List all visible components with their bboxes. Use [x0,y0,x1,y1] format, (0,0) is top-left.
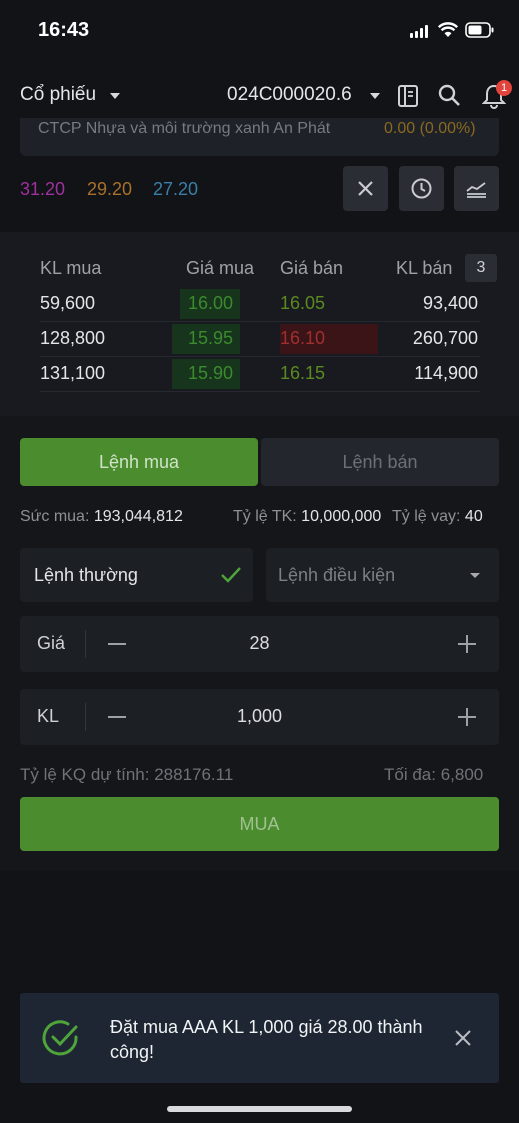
buying-power: Sức mua: 193,044,812 [20,508,183,526]
quantity-decrease-icon[interactable] [108,716,126,718]
max-quantity: Tối đa: 6,800 [384,765,484,784]
estimated-ratio: Tỷ lệ KQ dự tính: 288176.11 [20,765,234,784]
reference-price: 29.20 [87,179,133,199]
header-kl-ban: KL bán [396,258,453,278]
depth-selector[interactable]: 3 [465,254,497,282]
stock-change: 0.00 (0.00%) [384,120,476,137]
book-icon[interactable] [397,84,419,108]
buying-power-label: Sức mua: [20,508,90,525]
cellular-signal-icon [410,25,430,38]
wifi-icon [437,22,459,38]
close-icon[interactable] [454,1029,472,1047]
quantity-value[interactable]: 1,000 [20,706,499,727]
buy-submit-button[interactable]: MUA [20,797,499,851]
check-circle-icon [42,1020,78,1056]
row3-kl-ban: 114,900 [414,363,478,383]
chart-button[interactable] [454,166,499,211]
account-selector[interactable]: 024C000020.6 [227,84,352,106]
stock-info-card: CTCP Nhựa và môi trường xanh An Phát 0.0… [20,118,499,156]
loan-ratio-value: 40 [464,508,483,525]
home-indicator[interactable] [167,1106,352,1112]
chart-icon [466,182,486,198]
search-icon[interactable] [437,83,461,107]
account-ratio: Tỷ lệ TK: 10,000,000 [233,508,381,526]
chevron-down-icon[interactable] [110,93,120,99]
order-type-normal-label: Lệnh thường [34,565,138,585]
stock-name: CTCP Nhựa và môi trường xanh An Phát [38,120,331,137]
row2-gia-mua[interactable]: 15.95 [188,328,233,349]
chevron-down-icon[interactable] [370,93,380,99]
quantity-increase-icon[interactable] [466,708,468,726]
row3-gia-mua[interactable]: 15.90 [188,363,233,384]
success-toast: Đặt mua AAA KL 1,000 giá 28.00 thành côn… [20,993,499,1083]
row3-kl-mua: 131,100 [40,363,106,383]
row-divider [40,391,480,392]
price-field[interactable]: Giá 28 [20,616,499,672]
tab-buy-order[interactable]: Lệnh mua [20,438,258,486]
row-divider [40,321,480,322]
row2-kl-mua: 128,800 [40,328,106,348]
close-icon [358,181,373,196]
row2-kl-ban: 260,700 [412,328,478,348]
page-title-dropdown[interactable]: Cổ phiếu [20,84,96,106]
order-type-conditional-label: Lệnh điều kiện [278,565,396,585]
row3-gia-ban[interactable]: 16.15 [280,363,325,384]
ceiling-price: 31.20 [20,179,66,199]
chevron-down-icon [470,573,480,578]
tab-sell-order[interactable]: Lệnh bán [261,438,499,486]
row1-kl-mua: 59,600 [40,293,96,313]
battery-icon [465,22,495,38]
floor-price: 27.20 [153,179,199,199]
loan-ratio: Tỷ lệ vay: 40 [392,508,483,526]
row1-kl-ban: 93,400 [422,293,478,313]
row1-gia-mua[interactable]: 16.00 [188,293,233,314]
account-ratio-value: 10,000,000 [301,508,382,525]
row-divider [40,356,480,357]
buying-power-value: 193,044,812 [93,508,183,525]
header-gia-ban: Giá bán [280,258,344,278]
history-button[interactable] [399,166,444,211]
row1-gia-ban[interactable]: 16.05 [280,293,325,314]
account-ratio-label: Tỷ lệ TK: [233,508,297,525]
toast-message: Đặt mua AAA KL 1,000 giá 28.00 thành côn… [110,1017,423,1062]
price-value[interactable]: 28 [20,633,499,654]
price-increase-icon[interactable] [466,635,468,653]
header-kl-mua: KL mua [40,258,102,278]
quantity-field[interactable]: KL 1,000 [20,689,499,745]
price-decrease-icon[interactable] [108,643,126,645]
status-time: 16:43 [38,19,90,41]
order-type-conditional[interactable]: Lệnh điều kiện [266,548,499,602]
notification-badge: 1 [496,80,512,96]
loan-ratio-label: Tỷ lệ vay: [392,508,461,525]
order-type-normal[interactable]: Lệnh thường [20,548,253,602]
clear-button[interactable] [343,166,388,211]
checkmark-icon [221,567,241,583]
clock-icon [411,178,432,199]
header-gia-mua: Giá mua [186,258,255,278]
row2-gia-ban[interactable]: 16.10 [280,328,325,349]
